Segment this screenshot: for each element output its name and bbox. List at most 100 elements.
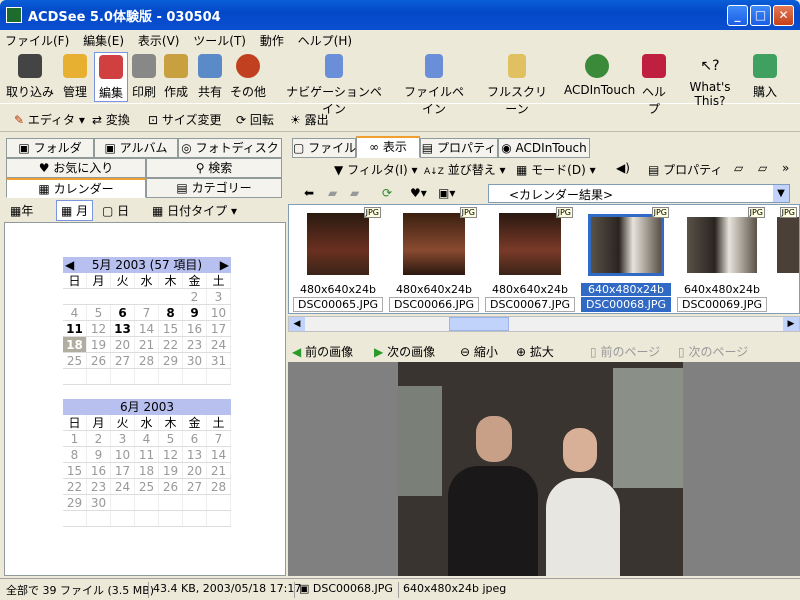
day-cell[interactable]: 23 bbox=[183, 337, 207, 352]
day-cell[interactable]: 3 bbox=[111, 431, 135, 446]
maximize-button[interactable]: □ bbox=[750, 5, 771, 26]
date-type-button[interactable]: ▦ 日付タイプ ▾ bbox=[152, 202, 237, 219]
app-icon[interactable] bbox=[6, 7, 22, 23]
navigation-pane-button[interactable]: ナビゲーションペイン bbox=[284, 52, 384, 116]
thumbnail[interactable]: JPG 480x640x24b DSC00067.JPG bbox=[485, 207, 575, 312]
next-month-arrow-icon[interactable]: ▶ bbox=[220, 257, 229, 273]
refresh-icon[interactable]: ⟳ bbox=[382, 186, 392, 200]
day-cell[interactable]: 14 bbox=[207, 447, 231, 462]
day-cell[interactable]: 5 bbox=[87, 305, 111, 320]
day-cell[interactable]: 20 bbox=[111, 337, 135, 352]
day-cell[interactable]: 31 bbox=[207, 353, 231, 368]
day-cell[interactable]: 12 bbox=[87, 321, 111, 336]
day-cell[interactable]: 9 bbox=[183, 305, 207, 320]
close-button[interactable]: ✕ bbox=[773, 5, 794, 26]
day-cell[interactable]: 2 bbox=[87, 431, 111, 446]
day-cell[interactable]: 17 bbox=[207, 321, 231, 336]
day-cell[interactable]: 7 bbox=[207, 431, 231, 446]
file-pane-button[interactable]: ファイルペイン bbox=[400, 52, 468, 116]
tab-category[interactable]: ▤ カテゴリー bbox=[146, 178, 282, 198]
day-cell[interactable]: 7 bbox=[135, 305, 159, 320]
tab-view[interactable]: ∞ 表示 bbox=[356, 136, 420, 158]
other-button[interactable]: その他 bbox=[230, 52, 266, 102]
tab-photodisc[interactable]: ◎ フォトディスク bbox=[178, 138, 282, 158]
day-cell[interactable]: 20 bbox=[183, 463, 207, 478]
day-cell[interactable]: 24 bbox=[207, 337, 231, 352]
day-cell[interactable]: 29 bbox=[159, 353, 183, 368]
share-button[interactable]: 共有 bbox=[196, 52, 224, 102]
day-cell[interactable]: 11 bbox=[135, 447, 159, 462]
day-cell[interactable]: 6 bbox=[183, 431, 207, 446]
tab-acdintouch[interactable]: ◉ ACDInTouch bbox=[498, 138, 590, 158]
day-cell[interactable]: 21 bbox=[135, 337, 159, 352]
whats-this-button[interactable]: ↖? What's This? bbox=[676, 52, 744, 108]
day-cell[interactable]: 27 bbox=[183, 479, 207, 494]
thumbnail[interactable]: JPG 640x480x24b DSC00069.JPG bbox=[677, 207, 767, 312]
day-cell[interactable]: 24 bbox=[111, 479, 135, 494]
menu-file[interactable]: ファイル(F) bbox=[0, 30, 74, 51]
fullscreen-button[interactable]: フルスクリーン bbox=[484, 52, 550, 116]
day-cell[interactable]: 10 bbox=[111, 447, 135, 462]
day-cell[interactable]: 11 bbox=[63, 321, 87, 336]
tab-favorites[interactable]: ♥ お気に入り bbox=[6, 158, 146, 178]
thumbnail-partial[interactable]: JPG 64 bbox=[773, 207, 799, 311]
day-cell[interactable]: 5 bbox=[159, 431, 183, 446]
menu-help[interactable]: ヘルプ(H) bbox=[293, 30, 357, 51]
tab-file[interactable]: ▢ ファイル bbox=[292, 138, 356, 158]
day-cell[interactable]: 26 bbox=[159, 479, 183, 494]
thumbnail[interactable]: JPG 480x640x24b DSC00065.JPG bbox=[293, 207, 383, 312]
day-cell[interactable]: 1 bbox=[63, 431, 87, 446]
horizontal-scrollbar[interactable]: ◀ ▶ bbox=[288, 316, 800, 332]
scroll-right-arrow-icon[interactable]: ▶ bbox=[783, 317, 799, 331]
day-cell[interactable]: 22 bbox=[159, 337, 183, 352]
scroll-left-arrow-icon[interactable]: ◀ bbox=[289, 317, 305, 331]
day-cell[interactable]: 3 bbox=[207, 289, 231, 304]
day-cell[interactable]: 15 bbox=[159, 321, 183, 336]
day-cell-selected[interactable]: 18 bbox=[63, 337, 87, 352]
favorites-icon[interactable]: ♥▾ bbox=[410, 186, 427, 200]
day-cell[interactable]: 16 bbox=[87, 463, 111, 478]
day-cell[interactable]: 16 bbox=[183, 321, 207, 336]
day-cell[interactable]: 17 bbox=[111, 463, 135, 478]
day-cell[interactable]: 29 bbox=[63, 495, 87, 510]
day-cell[interactable]: 13 bbox=[183, 447, 207, 462]
day-cell[interactable]: 27 bbox=[111, 353, 135, 368]
day-cell[interactable]: 26 bbox=[87, 353, 111, 368]
editor-button[interactable]: ✎ エディタ ▾ bbox=[14, 111, 85, 128]
next-page-button[interactable]: ▯ 次のページ bbox=[678, 343, 748, 360]
view-options-icon[interactable]: ▣▾ bbox=[438, 186, 455, 200]
day-cell[interactable]: 4 bbox=[63, 305, 87, 320]
year-view-button[interactable]: ▦年 bbox=[10, 202, 33, 219]
mode-button[interactable]: ▦ モード(D) ▾ bbox=[516, 161, 596, 178]
properties-button[interactable]: ▤ プロパティ bbox=[648, 161, 722, 178]
tab-album[interactable]: ▣ アルバム bbox=[94, 138, 178, 158]
day-cell[interactable]: 4 bbox=[135, 431, 159, 446]
exposure-button[interactable]: ☀ 露出 bbox=[290, 111, 329, 128]
thumbnail-selected[interactable]: JPG 640x480x24b DSC00068.JPG bbox=[581, 207, 671, 312]
acquire-button[interactable]: 取り込み bbox=[6, 52, 54, 102]
resize-button[interactable]: ⊡ サイズ変更 bbox=[148, 111, 222, 128]
menu-edit[interactable]: 編集(E) bbox=[78, 30, 129, 51]
prev-page-button[interactable]: ▯ 前のページ bbox=[590, 343, 660, 360]
menu-tools[interactable]: ツール(T) bbox=[188, 30, 251, 51]
more-chevron-icon[interactable]: » bbox=[782, 161, 789, 175]
speaker-icon[interactable]: ◀) bbox=[616, 161, 630, 175]
day-cell[interactable]: 25 bbox=[63, 353, 87, 368]
create-button[interactable]: 作成 bbox=[162, 52, 190, 102]
dropdown-arrow-icon[interactable]: ▼ bbox=[773, 185, 789, 202]
tab-folder[interactable]: ▣ フォルダ bbox=[6, 138, 94, 158]
convert-button[interactable]: ⇄ 変換 bbox=[92, 111, 130, 128]
day-cell[interactable]: 6 bbox=[111, 305, 135, 320]
manage-button[interactable]: 管理 bbox=[58, 52, 92, 102]
help-button[interactable]: ヘルプ bbox=[638, 52, 670, 116]
back-folder-icon[interactable]: ⬅ bbox=[304, 186, 314, 200]
day-cell[interactable]: 30 bbox=[87, 495, 111, 510]
day-cell[interactable]: 12 bbox=[159, 447, 183, 462]
prev-month-arrow-icon[interactable]: ◀ bbox=[65, 257, 74, 273]
move-to-folder-icon[interactable]: ▱ bbox=[758, 161, 767, 175]
print-button[interactable]: 印刷 bbox=[130, 52, 158, 102]
rotate-button[interactable]: ⟳ 回転 bbox=[236, 111, 274, 128]
next-image-button[interactable]: ▶ 次の画像 bbox=[374, 343, 435, 360]
scroll-thumb[interactable] bbox=[449, 317, 509, 331]
copy-to-folder-icon[interactable]: ▱ bbox=[734, 161, 743, 175]
